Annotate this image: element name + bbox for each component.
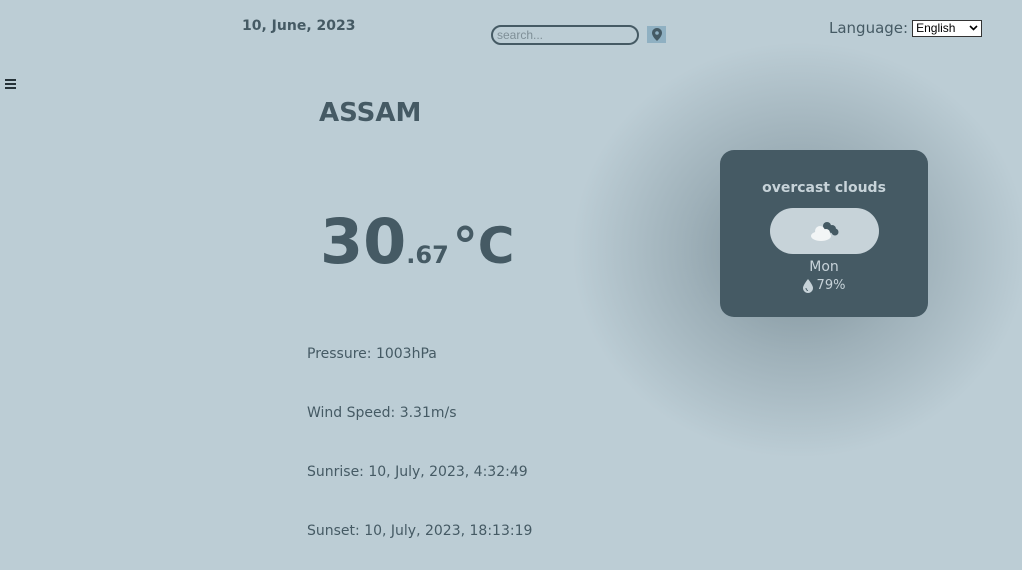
search-container [491,24,639,45]
water-drop-icon [802,278,813,293]
humidity-row: 79% [720,278,928,293]
sunset-info: Sunset: 10, July, 2023, 18:13:19 [307,523,533,539]
weather-description: overcast clouds [762,180,886,196]
temperature-unit: °C [452,217,515,275]
forecast-card: overcast clouds Mon 79% [720,150,928,317]
current-temperature: 30 .67 °C [320,205,515,278]
language-selected: English [916,21,956,35]
language-dropdown[interactable]: English [912,19,983,37]
humidity-value: 79% [816,278,846,293]
location-button[interactable] [647,26,666,43]
search-input[interactable] [491,25,639,45]
language-selector: Language: English [829,19,983,37]
cloud-icon [811,222,839,241]
map-pin-icon [651,28,662,41]
city-name: ASSAM [319,98,422,128]
forecast-day: Mon [809,259,839,275]
pressure-info: Pressure: 1003hPa [307,346,437,362]
current-date: 10, June, 2023 [242,18,356,34]
weather-icon-pill [769,208,879,254]
language-label: Language: [829,19,909,37]
hamburger-menu-icon[interactable] [5,77,16,93]
sunrise-info: Sunrise: 10, July, 2023, 4:32:49 [307,464,528,480]
temperature-integer: 30 [320,205,407,278]
chevron-down-icon [969,25,978,31]
wind-speed-info: Wind Speed: 3.31m/s [307,405,457,421]
temperature-decimal: .67 [406,241,449,269]
